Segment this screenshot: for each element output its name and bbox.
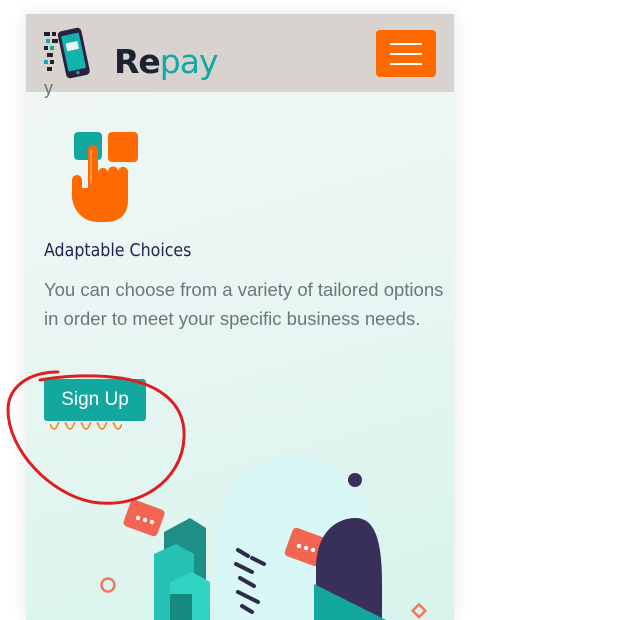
hamburger-icon-bar (390, 63, 422, 65)
feature-description: You can choose from a variety of tailore… (44, 279, 444, 329)
mobile-page-frame: Repay y Adaptable Choices You can choose… (26, 14, 454, 620)
logo[interactable]: Repay (42, 26, 218, 82)
logo-text: Repay (114, 42, 218, 81)
phone-payment-icon (44, 27, 90, 79)
hamburger-icon-bar (390, 53, 422, 55)
logo-text-accent: pay (159, 42, 219, 81)
signup-button[interactable]: Sign Up (44, 379, 146, 421)
previous-section-text: y (44, 78, 53, 98)
logo-text-primary: Re (114, 42, 161, 81)
feature-title: Adaptable Choices (44, 240, 192, 261)
wave-decoration (50, 422, 122, 430)
isometric-illustration (100, 457, 428, 620)
menu-toggle-button[interactable] (376, 30, 436, 77)
navbar: Repay (26, 14, 454, 92)
tap-choice-icon (72, 132, 138, 222)
hamburger-icon (390, 43, 422, 45)
chat-bubble-icon (123, 499, 165, 537)
